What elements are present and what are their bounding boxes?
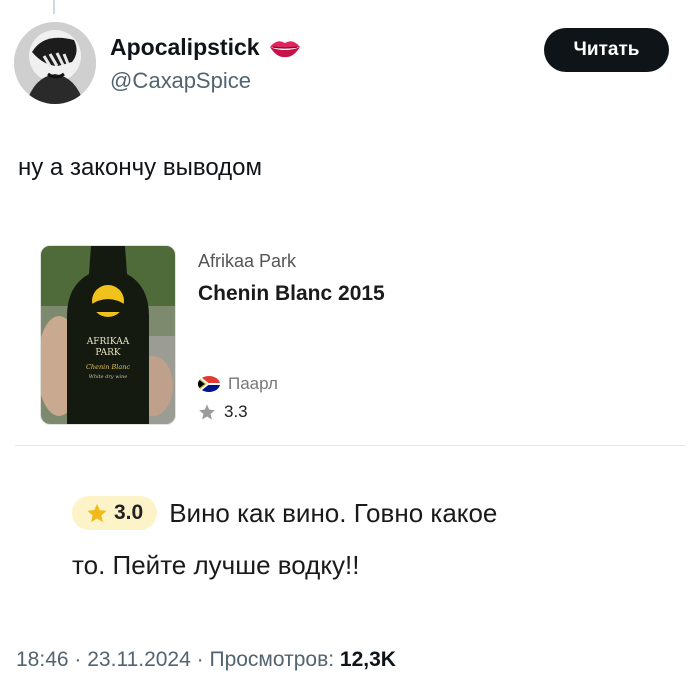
average-rating: 3.3 [224,402,248,421]
views-label: Просмотров: [209,648,335,671]
south-africa-flag-icon [198,376,220,392]
star-icon [198,403,216,421]
lips-icon [268,37,302,59]
review-first-line: 3.0 Вино как вино. Говно какое [72,496,497,530]
tweet-date[interactable]: 23.11.2024 [87,648,191,671]
user-rating: 3.0 [114,501,144,524]
author-name[interactable]: Apocalipstick [110,34,260,61]
bottle-label-line3: Chenin Blanc [86,363,130,371]
avatar[interactable] [14,22,96,104]
review-text-line2: то. Пейте лучше водку!! [72,550,360,580]
star-filled-icon [86,502,108,524]
wine-name[interactable]: Chenin Blanc 2015 [198,282,385,306]
thread-line [53,0,55,14]
author-name-row[interactable]: Apocalipstick [110,34,302,61]
meta-separator: · [196,648,204,671]
tweet-text: ну а закончу выводом [18,154,262,181]
tweet-time[interactable]: 18:46 [16,648,69,671]
average-rating-row: 3.3 [198,402,248,422]
bottle-label-line1: AFRIKAA [86,337,130,347]
bottle-label-line4: White dry wine [89,374,128,380]
divider [15,445,685,446]
tweet-meta: 18:46 · 23.11.2024 · Просмотров: 12,3K [16,648,396,672]
wine-region: Паарл [228,374,278,393]
wine-bottle-image[interactable]: AFRIKAA PARK Chenin Blanc White dry wine [40,245,176,425]
user-rating-badge: 3.0 [72,496,158,530]
views-count[interactable]: 12,3K [340,648,396,671]
bottle-label-line2: PARK [95,348,121,358]
author-handle[interactable]: @СахарSpice [110,68,251,94]
region-row: Паарл [198,374,278,394]
review-text-line1: Вино как вино. Говно какое [169,497,498,528]
winery-name[interactable]: Afrikaa Park [198,251,296,272]
meta-separator: · [74,648,82,671]
follow-button[interactable]: Читать [544,28,669,72]
